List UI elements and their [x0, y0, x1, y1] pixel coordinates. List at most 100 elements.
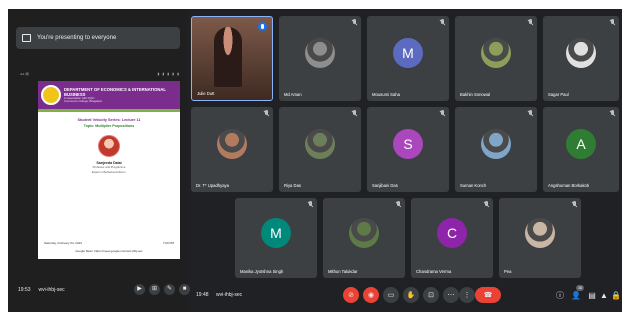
- participant-tile[interactable]: Md Aman: [279, 16, 361, 101]
- participant-tile[interactable]: Bakhin Sonowal: [455, 16, 537, 101]
- more-vert-icon[interactable]: ⋮: [459, 287, 475, 303]
- present-now-icon[interactable]: ⊡: [423, 287, 439, 303]
- speaking-indicator-icon: [258, 22, 267, 31]
- info-icon[interactable]: ⓘ: [554, 289, 566, 301]
- slide-date: Saturday, February 04, 2023: [44, 241, 82, 245]
- participant-name: Pea: [504, 269, 512, 274]
- participant-video: [214, 27, 242, 87]
- captions-icon[interactable]: ▭: [383, 287, 399, 303]
- pen-icon[interactable]: ✎: [164, 284, 175, 295]
- presentation-controls: ▶ ⊞ ✎ ■: [134, 284, 190, 295]
- participant-avatar-photo: [349, 218, 379, 249]
- participant-avatar-letter: C: [437, 218, 467, 249]
- slide-department: DEPARTMENT OF ECONOMICS & INTERNATIONAL …: [64, 86, 166, 97]
- mic-muted-icon: [527, 110, 533, 117]
- raise-hand-icon[interactable]: ✋: [403, 287, 419, 303]
- meeting-clock: 19:48: [196, 292, 209, 298]
- participant-avatar-photo: [525, 218, 555, 249]
- participant-name: Suman Konch: [460, 183, 487, 188]
- mic-muted-icon: [439, 110, 445, 117]
- people-count-badge: 16: [576, 285, 584, 291]
- leave-call-icon[interactable]: ☎: [475, 287, 501, 303]
- participant-name: Riya Das: [284, 183, 301, 188]
- meeting-control-bar: 19:48 wvi-ihbj-sec ⊘ ◉ ▭ ✋ ⊡ ⋯ ⋮ ☎ ⓘ 👤 1…: [188, 281, 622, 312]
- participant-name: Mousumi Saha: [372, 92, 400, 97]
- left-clock: 19:53: [18, 287, 31, 293]
- participant-tile[interactable]: M Mousumi Saha: [367, 16, 449, 101]
- participant-grid: Julie Dutt Md Aman M Mousumi Saha Bakhin…: [188, 9, 622, 279]
- college-logo: [41, 85, 61, 105]
- participant-avatar-letter: M: [261, 218, 291, 249]
- grid-icon[interactable]: ⊞: [149, 284, 160, 295]
- presenting-banner-text: You're presenting to everyone: [37, 35, 117, 41]
- mic-muted-icon: [395, 201, 401, 208]
- meeting-code: wvi-ihbj-sec: [216, 292, 243, 298]
- participant-tile[interactable]: Julie Dutt: [191, 16, 273, 101]
- participant-avatar-letter: S: [393, 129, 423, 160]
- participant-avatar-letter: A: [566, 129, 596, 160]
- slide-time: 7:00 PM: [162, 241, 174, 245]
- mic-muted-icon: [307, 201, 313, 208]
- participant-avatar-photo: [305, 129, 335, 160]
- presenting-banner[interactable]: You're presenting to everyone: [16, 27, 180, 49]
- chat-icon[interactable]: ▤: [586, 289, 598, 301]
- slide-header: DEPARTMENT OF ECONOMICS & INTERNATIONAL …: [38, 81, 180, 109]
- participant-tile[interactable]: Suman Konch: [455, 107, 537, 192]
- participant-name: Mithun Talukdar: [328, 269, 358, 274]
- people-icon-wrap[interactable]: 👤 16: [570, 285, 584, 301]
- participant-tile[interactable]: Dr. T* Upadhyaya: [191, 107, 273, 192]
- slide-toolbar-nav[interactable]: ◂ ▸ ▤: [20, 72, 29, 76]
- participant-tile[interactable]: A Angshuman Borkakoti: [543, 107, 619, 192]
- participant-tile[interactable]: S Sanjibani Das: [367, 107, 449, 192]
- slide-topic: Topic: Multiplier Propositions: [83, 124, 135, 128]
- participant-tile[interactable]: Sagar Paul: [543, 16, 619, 101]
- presentation-panel: You're presenting to everyone ◂ ▸ ▤ ▮ ▮ …: [8, 9, 190, 312]
- slide-divider: [38, 109, 180, 112]
- play-icon[interactable]: ▶: [134, 284, 145, 295]
- presentation-bottombar: 19:53 wvi-ihbj-sec ▶ ⊞ ✎ ■: [8, 281, 190, 299]
- participant-avatar-photo: [481, 38, 511, 69]
- participant-tile[interactable]: Riya Das: [279, 107, 361, 192]
- participant-avatar-letter: M: [393, 38, 423, 69]
- participant-tile[interactable]: M Manika Jyotshna Singh: [235, 198, 317, 278]
- slide-speaker-desc-2: Expert in Behavioural Econ.: [91, 169, 127, 174]
- left-meeting-code: wvi-ihbj-sec: [38, 287, 65, 293]
- participant-tile[interactable]: Mithun Talukdar: [323, 198, 405, 278]
- camera-off-icon[interactable]: ◉: [363, 287, 379, 303]
- people-icon: 👤: [571, 290, 581, 300]
- slide-datetime: Saturday, February 04, 2023 7:00 PM: [44, 241, 174, 245]
- participant-name: Md Aman: [284, 92, 302, 97]
- slide-meet-link: Google Meet: https://meet.google.com/wvi…: [75, 249, 143, 253]
- mic-muted-icon: [439, 19, 445, 26]
- mic-muted-icon: [351, 19, 357, 26]
- meet-window: You're presenting to everyone ◂ ▸ ▤ ▮ ▮ …: [8, 9, 622, 312]
- participant-name: Manika Jyotshna Singh: [240, 269, 284, 274]
- mic-muted-icon: [527, 19, 533, 26]
- participant-name: Bakhin Sonowal: [460, 92, 491, 97]
- mic-muted-icon: [263, 110, 269, 117]
- mic-muted-icon: [351, 110, 357, 117]
- participant-avatar-photo: [217, 129, 247, 160]
- mic-muted-icon: [609, 19, 615, 26]
- slide-toolbar-dots[interactable]: ▮ ▮ ▮ ▮ ▮: [157, 72, 180, 76]
- speaker-photo: [98, 135, 120, 157]
- participant-avatar-photo: [481, 129, 511, 160]
- host-controls-icon[interactable]: 🔒: [610, 289, 622, 301]
- shared-slide: DEPARTMENT OF ECONOMICS & INTERNATIONAL …: [38, 81, 180, 259]
- participant-name: Angshuman Borkakoti: [548, 183, 589, 188]
- mic-muted-icon: [483, 201, 489, 208]
- participant-name: Julie Dutt: [197, 91, 215, 96]
- participant-tile[interactable]: Pea: [499, 198, 581, 278]
- present-screen-icon: [22, 34, 31, 42]
- participant-name: Sagar Paul: [548, 92, 569, 97]
- activities-icon[interactable]: ▲: [598, 289, 610, 301]
- slide-lecture-title: Student Velocity Series: Lecture 11: [77, 118, 141, 122]
- participant-name: Dr. T* Upadhyaya: [196, 183, 229, 188]
- mic-muted-icon: [571, 201, 577, 208]
- more-options-icon[interactable]: ⋯: [443, 287, 459, 303]
- participant-name: Sanjibani Das: [372, 183, 398, 188]
- participant-tile[interactable]: C Chandrama Verma: [411, 198, 493, 278]
- slide-toolbar: ◂ ▸ ▤ ▮ ▮ ▮ ▮ ▮: [20, 69, 180, 79]
- mic-off-icon[interactable]: ⊘: [343, 287, 359, 303]
- participant-avatar-photo: [566, 38, 596, 69]
